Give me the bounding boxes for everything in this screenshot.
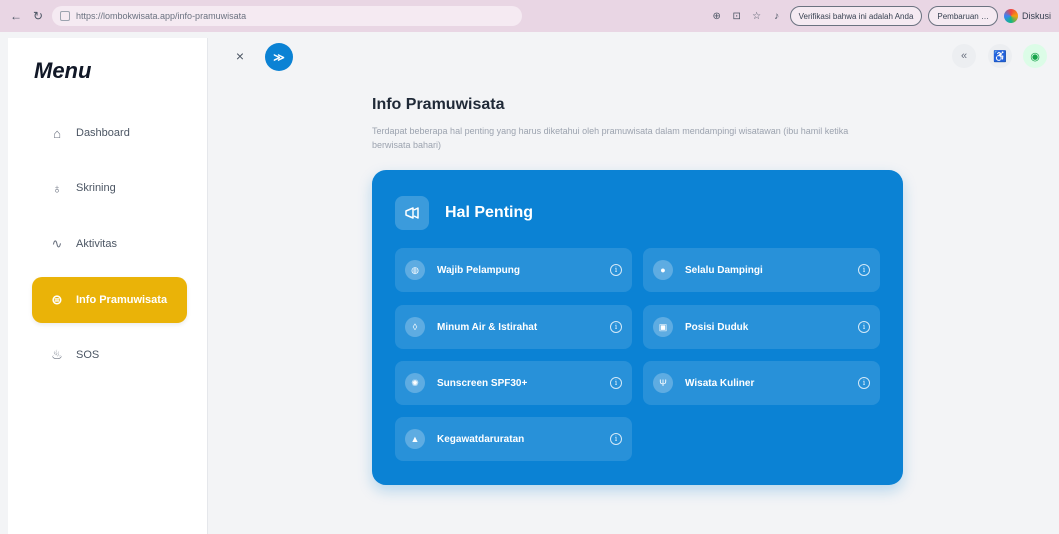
alert-icon: ▲ [405, 429, 425, 449]
sidebar-item-skrining[interactable]: ♁ Skrining [32, 165, 187, 211]
accessibility-icon[interactable]: ♿ [988, 44, 1012, 68]
megaphone-icon: ⊜ [51, 292, 63, 307]
sidebar-item-dashboard[interactable]: ⌂ Dashboard [32, 110, 187, 156]
tile-label: Sunscreen SPF30+ [437, 377, 528, 389]
card-title: Hal Penting [445, 204, 534, 221]
tile-label: Minum Air & Istirahat [437, 321, 538, 333]
wifi-icon[interactable]: ◉ [1023, 44, 1047, 68]
tile-wajib-pelampung[interactable]: ◍ Wajib Pelampung i [395, 248, 632, 292]
site-info-icon[interactable] [60, 11, 70, 21]
page-title: Info Pramuwisata [372, 96, 505, 113]
tile-label: Selalu Dampingi [685, 264, 763, 276]
megaphone-icon [395, 196, 429, 230]
tile-label: Wisata Kuliner [685, 377, 755, 389]
sidebar-item-sos[interactable]: ♨ SOS [32, 332, 187, 378]
info-icon[interactable]: i [858, 321, 870, 333]
profile-avatar-icon [1003, 9, 1018, 23]
collapse-icon[interactable]: « [952, 44, 976, 68]
info-icon[interactable]: i [858, 377, 870, 389]
tile-sunscreen[interactable]: ✺ Sunscreen SPF30+ i [395, 361, 632, 405]
sidebar-item-label: Dashboard [76, 127, 130, 139]
back-icon[interactable]: ← [8, 8, 24, 24]
info-icon[interactable]: i [610, 264, 622, 276]
menu-title: Menu [34, 58, 92, 83]
extension-icon[interactable]: ⊡ [730, 9, 744, 23]
zoom-icon[interactable]: ⊕ [710, 9, 724, 23]
mic-icon[interactable]: ♪ [770, 9, 784, 23]
close-icon[interactable]: × [232, 48, 248, 64]
info-icon[interactable]: i [858, 264, 870, 276]
activity-icon: ∿ [51, 236, 63, 251]
sidebar-item-label: Aktivitas [76, 238, 117, 250]
sidebar-item-label: Info Pramuwisata [76, 294, 168, 306]
verify-pill[interactable]: Verifikasi bahwa ini adalah Anda [789, 6, 923, 26]
lightbulb-icon: ♁ [52, 180, 62, 196]
tile-label: Wajib Pelampung [437, 264, 520, 276]
bookmark-star-icon[interactable]: ☆ [750, 9, 764, 23]
app-logo-icon: ≫ [265, 43, 293, 71]
sidebar-item-info-pramuwisata[interactable]: ⊜ Info Pramuwisata [32, 277, 187, 323]
tile-label: Posisi Duduk [685, 321, 749, 333]
important-info-card: Hal Penting ◍ Wajib Pelampung i ● Selalu… [372, 170, 903, 485]
sidebar: Menu ⌂ Dashboard ♁ Skrining ∿ Aktivitas … [8, 38, 208, 534]
sidebar-item-label: Skrining [76, 182, 116, 194]
utensils-icon: Ψ [653, 373, 673, 393]
tile-kegawatdaruratan[interactable]: ▲ Kegawatdaruratan i [395, 417, 632, 461]
profile-label: Diskusi [1021, 11, 1051, 21]
sidebar-item-aktivitas[interactable]: ∿ Aktivitas [32, 221, 187, 267]
tile-wisata-kuliner[interactable]: Ψ Wisata Kuliner i [643, 361, 880, 405]
tile-label: Kegawatdaruratan [437, 433, 525, 445]
info-icon[interactable]: i [610, 433, 622, 445]
user-icon: ● [653, 260, 673, 280]
sidebar-item-label: SOS [76, 349, 100, 361]
browser-toolbar: ← ↻ https://lombokwisata.app/info-pramuw… [0, 0, 1059, 32]
page-description: Terdapat beberapa hal penting yang harus… [372, 126, 849, 150]
chair-icon: ▣ [653, 317, 673, 337]
profile-button[interactable]: Diskusi [1003, 6, 1051, 26]
update-pill[interactable]: Pembaruan … [928, 6, 998, 26]
alarm-icon: ♨ [51, 347, 63, 362]
reload-icon[interactable]: ↻ [30, 8, 46, 24]
info-icon[interactable]: i [610, 321, 622, 333]
sun-icon: ✺ [405, 373, 425, 393]
info-icon[interactable]: i [610, 377, 622, 389]
megaphone-svg [405, 207, 419, 219]
lifebuoy-icon: ◍ [405, 260, 425, 280]
tile-minum-air[interactable]: ◊ Minum Air & Istirahat i [395, 305, 632, 349]
url-text: https://lombokwisata.app/info-pramuwisat… [76, 11, 247, 21]
water-drop-icon: ◊ [405, 317, 425, 337]
home-icon: ⌂ [53, 125, 61, 141]
tile-selalu-dampingi[interactable]: ● Selalu Dampingi i [643, 248, 880, 292]
tile-posisi-duduk[interactable]: ▣ Posisi Duduk i [643, 305, 880, 349]
address-bar[interactable]: https://lombokwisata.app/info-pramuwisat… [52, 6, 522, 26]
